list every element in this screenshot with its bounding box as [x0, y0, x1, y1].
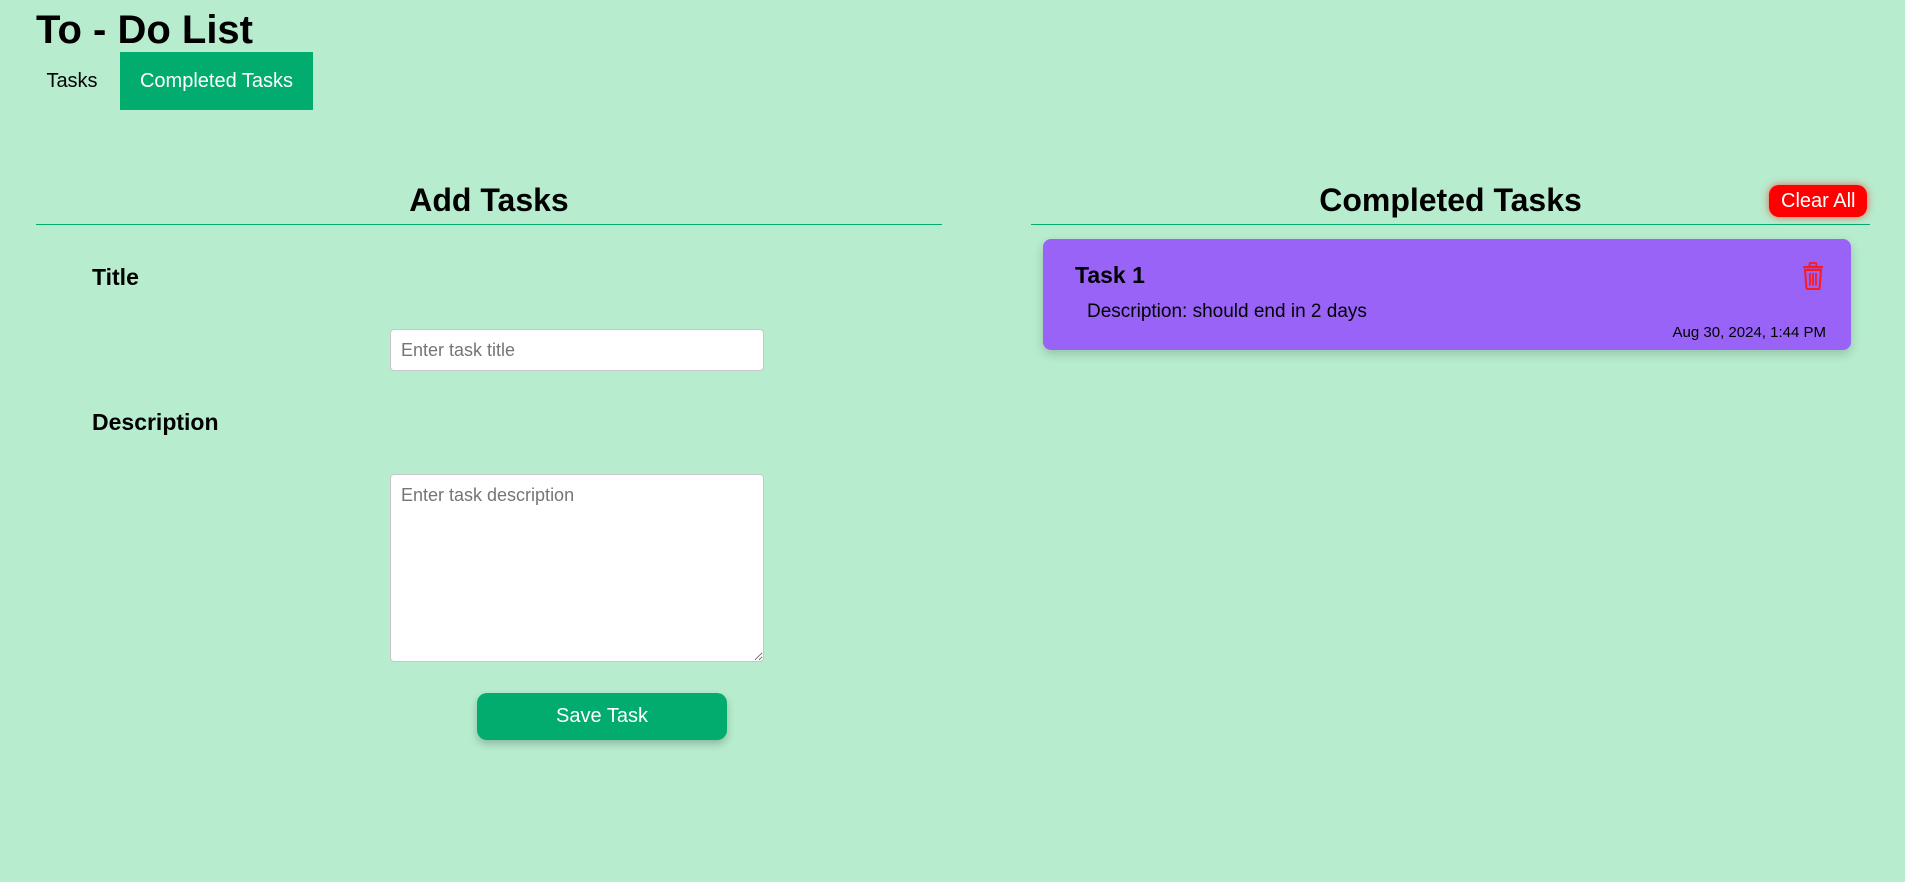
app-title: To - Do List: [36, 8, 253, 52]
task-completed-date: Aug 30, 2024, 1:44 PM: [1672, 324, 1826, 341]
add-tasks-panel: Add Tasks: [36, 180, 942, 225]
task-title: Task 1: [1075, 262, 1145, 288]
tab-completed-tasks[interactable]: Completed Tasks: [120, 52, 313, 110]
tab-tasks[interactable]: Tasks: [24, 52, 120, 110]
trash-icon[interactable]: [1801, 262, 1825, 290]
task-card: Task 1 Description: should end in 2 days…: [1043, 239, 1851, 350]
add-tasks-heading: Add Tasks: [36, 180, 942, 225]
title-input[interactable]: [390, 329, 764, 371]
description-input[interactable]: [390, 474, 764, 662]
tab-bar: Tasks Completed Tasks: [24, 52, 313, 110]
completed-tasks-heading: Completed Tasks: [1031, 180, 1870, 225]
description-label: Description: [92, 409, 219, 435]
task-description: Description: should end in 2 days: [1087, 301, 1367, 322]
completed-tasks-panel: Completed Tasks: [1031, 180, 1870, 225]
title-label: Title: [92, 264, 139, 290]
clear-all-button[interactable]: Clear All: [1769, 185, 1868, 217]
save-task-button[interactable]: Save Task: [477, 693, 727, 740]
